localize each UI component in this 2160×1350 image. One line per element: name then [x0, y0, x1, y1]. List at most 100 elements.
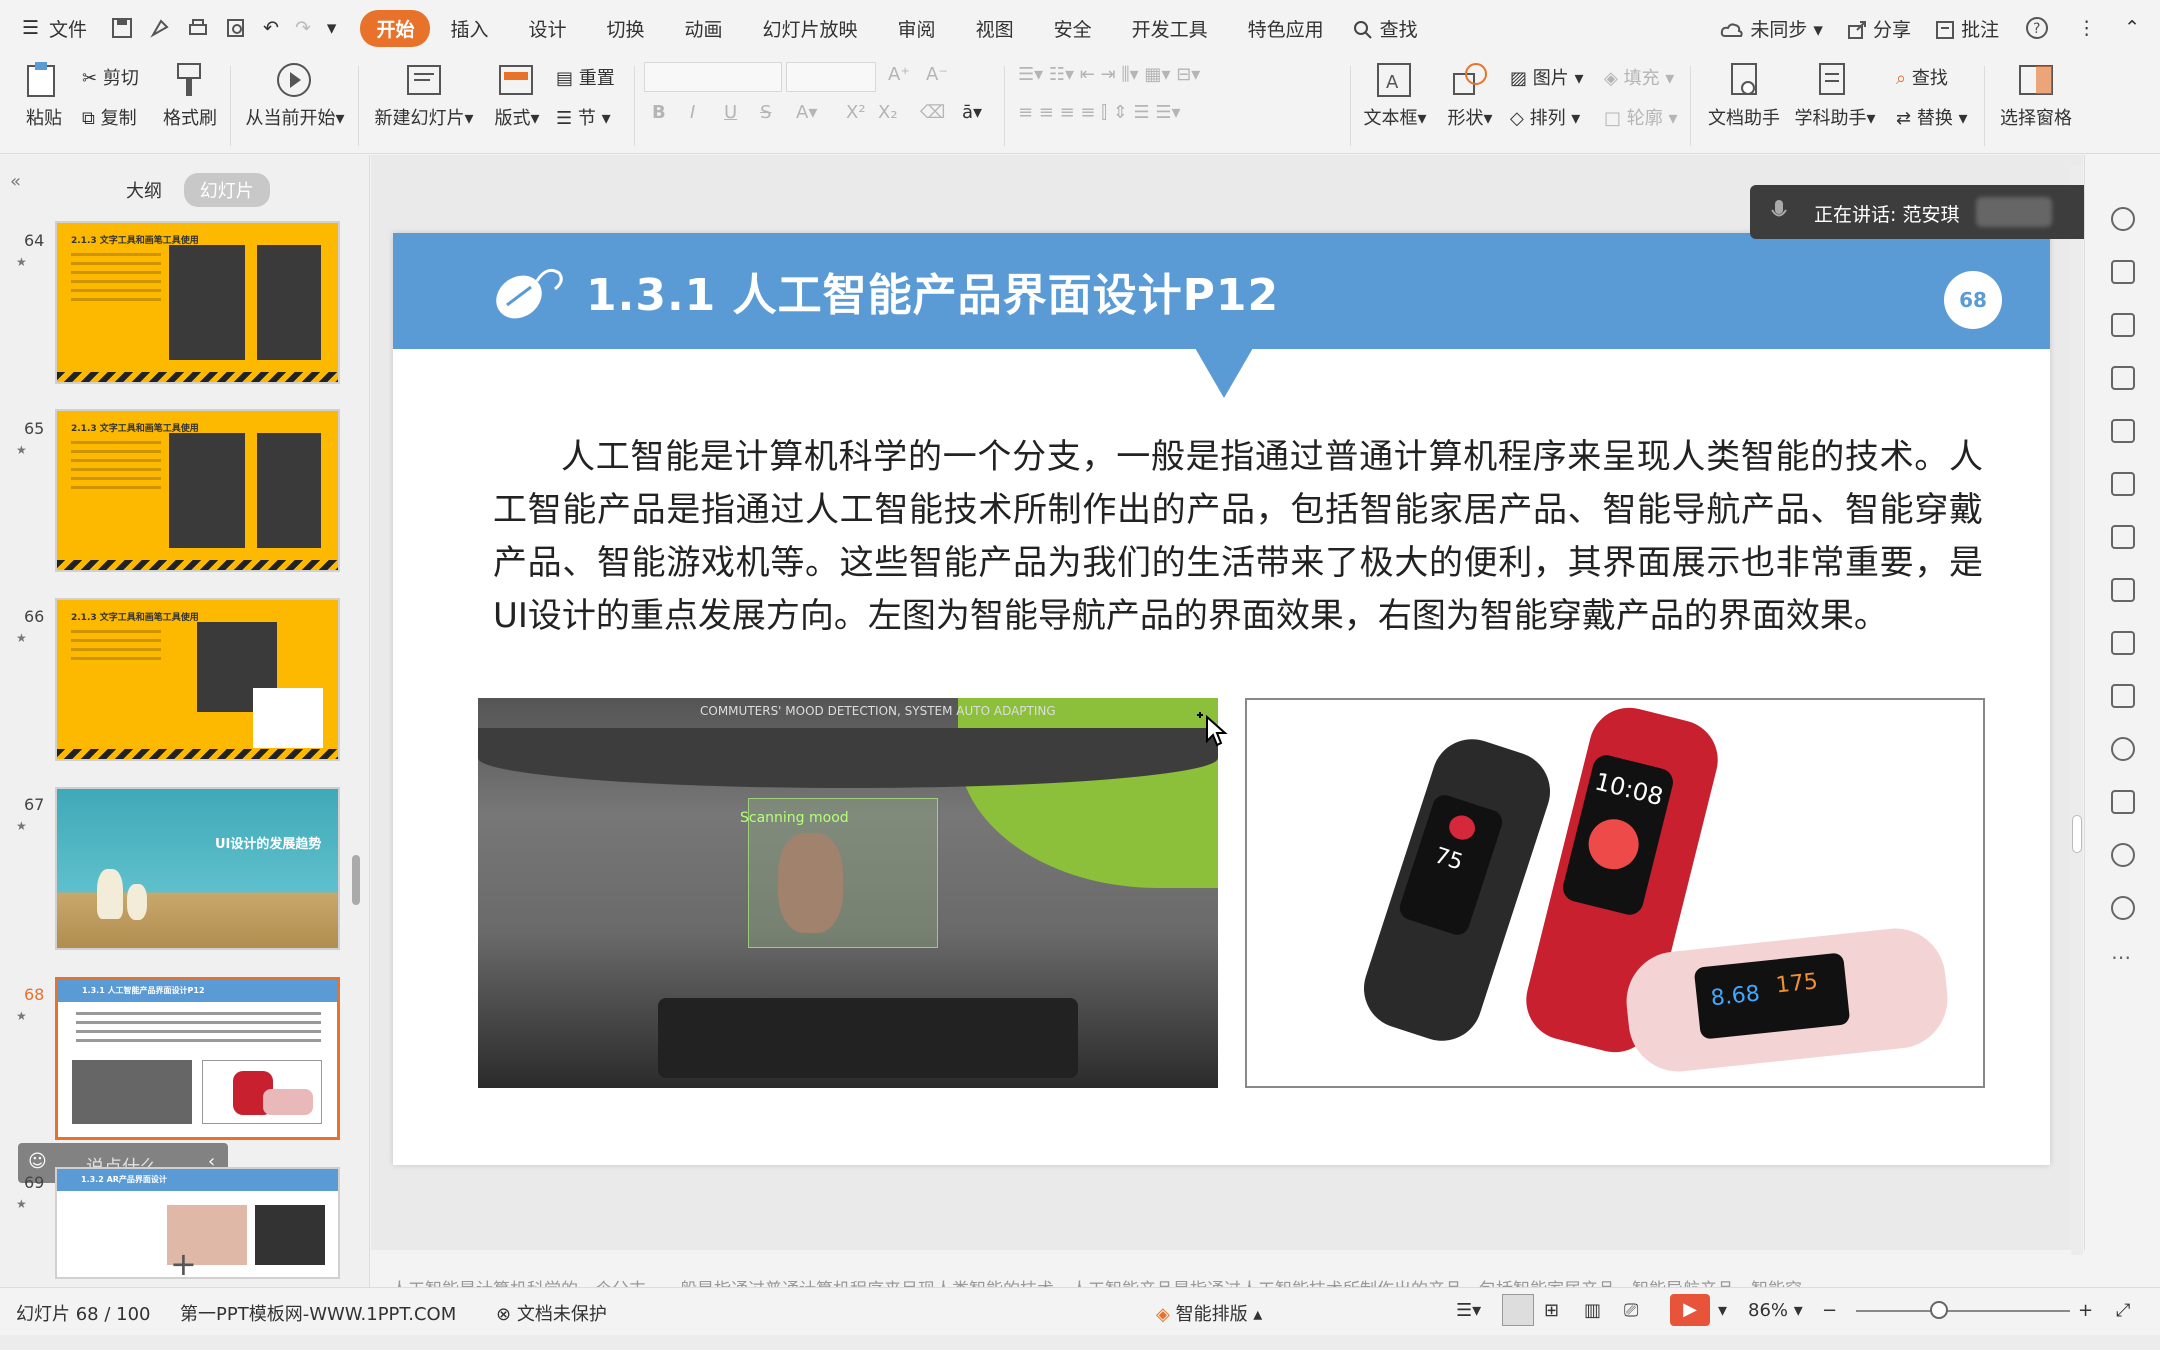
menu-features[interactable]: 特色应用	[1228, 15, 1344, 42]
menu-insert[interactable]: 插入	[430, 15, 508, 42]
speaker-tool-icon[interactable]	[2111, 737, 2135, 761]
archive-tool-icon[interactable]	[2111, 631, 2135, 655]
panel-scrollbar[interactable]	[352, 855, 360, 905]
tab-outline[interactable]: 大纲	[110, 173, 178, 207]
picture-tool-icon[interactable]	[2111, 525, 2135, 549]
menu-home[interactable]: 开始	[360, 9, 431, 47]
replace-button[interactable]: ⇄ 替换 ▾	[1896, 104, 1968, 130]
paste-button[interactable]: 粘贴	[18, 60, 70, 130]
vertical-scrollbar[interactable]	[2071, 165, 2083, 1255]
menu-transition[interactable]: 切换	[587, 15, 665, 42]
menu-review[interactable]: 审阅	[878, 15, 956, 42]
help-icon[interactable]: ?	[2011, 16, 2063, 40]
play-options-icon[interactable]: ▾	[1718, 1300, 1727, 1321]
layout-button[interactable]: 版式▾	[490, 60, 544, 130]
reading-view-icon[interactable]: ▥	[1584, 1300, 1601, 1321]
font-shrink-icon[interactable]: A⁻	[926, 64, 948, 85]
reset-button[interactable]: ▤ 重置	[556, 64, 615, 90]
save-icon[interactable]	[103, 17, 141, 40]
history-tool-icon[interactable]	[2111, 843, 2135, 867]
print-icon[interactable]	[179, 17, 217, 40]
slide-sorter-icon[interactable]: ⊞	[1544, 1300, 1559, 1321]
italic-icon[interactable]: I	[690, 102, 695, 123]
presenter-view-icon[interactable]: ⎚	[1624, 1300, 1638, 1321]
share-button[interactable]: 分享	[1835, 15, 1923, 42]
subscript-icon[interactable]: X₂	[878, 102, 898, 123]
comment-button[interactable]: 批注	[1923, 15, 2011, 42]
zoom-in-button[interactable]: +	[2078, 1300, 2093, 1321]
template-name[interactable]: 第一PPT模板网-WWW.1PPT.COM	[180, 1300, 456, 1326]
zoom-out-button[interactable]: −	[1822, 1300, 1837, 1321]
char-spacing-icon[interactable]: ā▾	[962, 102, 982, 123]
font-color-icon[interactable]: A▾	[796, 102, 817, 123]
bold-icon[interactable]: B	[652, 102, 666, 123]
smart-navigation-image[interactable]: COMMUTERS' MOOD DETECTION, SYSTEM AUTO A…	[478, 698, 1218, 1088]
sync-status[interactable]: 未同步 ▾	[1708, 15, 1835, 42]
underline-icon[interactable]: U	[724, 102, 737, 123]
menu-security[interactable]: 安全	[1034, 15, 1112, 42]
fill-button[interactable]: ◈ 填充 ▾	[1604, 64, 1674, 90]
menu-design[interactable]: 设计	[508, 15, 586, 42]
print-preview-icon[interactable]	[217, 17, 255, 40]
paint-icon[interactable]	[141, 17, 179, 40]
superscript-icon[interactable]: X²	[846, 102, 866, 123]
slide-title[interactable]: 1.3.1 人工智能产品界面设计P12	[586, 259, 1279, 323]
slide-body-text[interactable]: 人工智能是计算机科学的一个分支，一般是指通过普通计算机程序来呈现人类智能的技术。…	[493, 431, 1983, 643]
menu-search[interactable]: 查找	[1344, 15, 1426, 42]
add-slide-button[interactable]: +	[170, 1245, 197, 1283]
star-tool-icon[interactable]	[2111, 207, 2135, 231]
font-family-select[interactable]	[644, 62, 782, 92]
menu-file[interactable]: 文件	[45, 15, 103, 42]
slide-thumbnail-69[interactable]: 1.3.2 AR产品界面设计	[55, 1167, 340, 1279]
scroll-thumb[interactable]	[2072, 815, 2082, 853]
cut-button[interactable]: ✂ 剪切	[82, 64, 139, 90]
subject-assistant-button[interactable]: 学科助手▾	[1792, 60, 1878, 130]
zoom-level[interactable]: 86% ▾	[1748, 1300, 1803, 1321]
slideshow-play-button[interactable]: ▶	[1670, 1294, 1710, 1326]
arrange-button[interactable]: ◇ 排列 ▾	[1510, 104, 1580, 130]
smart-wearable-image[interactable]: 75 10:08 8.68 175	[1245, 698, 1985, 1088]
smart-layout-button[interactable]: ◈ 智能排版 ▴	[1156, 1300, 1262, 1326]
menu-hamburger-icon[interactable]: ☰	[0, 17, 45, 39]
play-from-current-button[interactable]: 从当前开始▾	[240, 60, 350, 130]
font-size-select[interactable]	[786, 62, 876, 92]
grid-tool-icon[interactable]	[2111, 366, 2135, 390]
shape-tool-icon[interactable]	[2111, 260, 2135, 284]
new-slide-button[interactable]: 新建幻灯片▾	[372, 60, 476, 130]
current-slide[interactable]: 1.3.1 人工智能产品界面设计P12 68 人工智能是计算机科学的一个分支，一…	[393, 233, 2050, 1165]
collapse-ribbon-icon[interactable]: ⌃	[2110, 17, 2160, 39]
select-pane-button[interactable]: 选择窗格	[1996, 60, 2076, 130]
redo-icon[interactable]: ↷	[287, 17, 319, 39]
format-painter-button[interactable]: 格式刷	[160, 60, 220, 130]
quick-access-dropdown-icon[interactable]: ▾	[319, 17, 345, 39]
menu-developer[interactable]: 开发工具	[1112, 15, 1228, 42]
menu-animation[interactable]: 动画	[665, 15, 743, 42]
notes-toggle-icon[interactable]: ☰▾	[1456, 1300, 1481, 1321]
slide-thumbnail-66[interactable]: 2.1.3 文字工具和画笔工具使用	[55, 598, 340, 761]
slide-thumbnail-64[interactable]: 2.1.3 文字工具和画笔工具使用	[55, 221, 340, 384]
outline-button[interactable]: □ 轮廓 ▾	[1604, 104, 1678, 130]
doc-protect-status[interactable]: ⊗ 文档未保护	[496, 1300, 607, 1326]
more-icon[interactable]: ⋮	[2063, 17, 2110, 39]
zoom-slider-handle[interactable]	[1930, 1301, 1948, 1319]
picture-button[interactable]: ▨ 图片 ▾	[1510, 64, 1584, 90]
menu-slideshow[interactable]: 幻灯片放映	[743, 15, 878, 42]
eraser-icon[interactable]: ⌫	[920, 102, 945, 123]
doc-assistant-button[interactable]: 文档助手	[1706, 60, 1782, 130]
find-button[interactable]: ⌕ 查找	[1896, 64, 1948, 90]
font-grow-icon[interactable]: A⁺	[888, 64, 910, 85]
align-icons[interactable]: ≡ ≡ ≡ ≡ ⫿ ⇕ ☰ ☰▾	[1018, 102, 1181, 123]
slide-thumbnail-67[interactable]: UI设计的发展趋势	[55, 787, 340, 950]
bullet-list-icon[interactable]: ☰▾ ☷▾ ⇤ ⇥ ⫼▾ ▦▾ ⊟▾	[1018, 64, 1200, 85]
slide-thumbnail-65[interactable]: 2.1.3 文字工具和画笔工具使用	[55, 409, 340, 572]
shape-button[interactable]: 形状▾	[1442, 60, 1498, 130]
more-tools-icon[interactable]: ⋯	[2111, 945, 2131, 969]
slide-thumbnail-68[interactable]: 1.3.1 人工智能产品界面设计P12	[55, 977, 340, 1140]
copy-tool-icon[interactable]	[2111, 313, 2135, 337]
help-tool-icon[interactable]	[2111, 896, 2135, 920]
textbox-button[interactable]: A 文本框▾	[1360, 60, 1430, 130]
image-tool-icon[interactable]	[2111, 684, 2135, 708]
zoom-slider[interactable]	[1856, 1310, 2070, 1312]
normal-view-icon[interactable]	[1502, 1294, 1534, 1326]
copy-button[interactable]: ⧉ 复制	[82, 104, 137, 130]
